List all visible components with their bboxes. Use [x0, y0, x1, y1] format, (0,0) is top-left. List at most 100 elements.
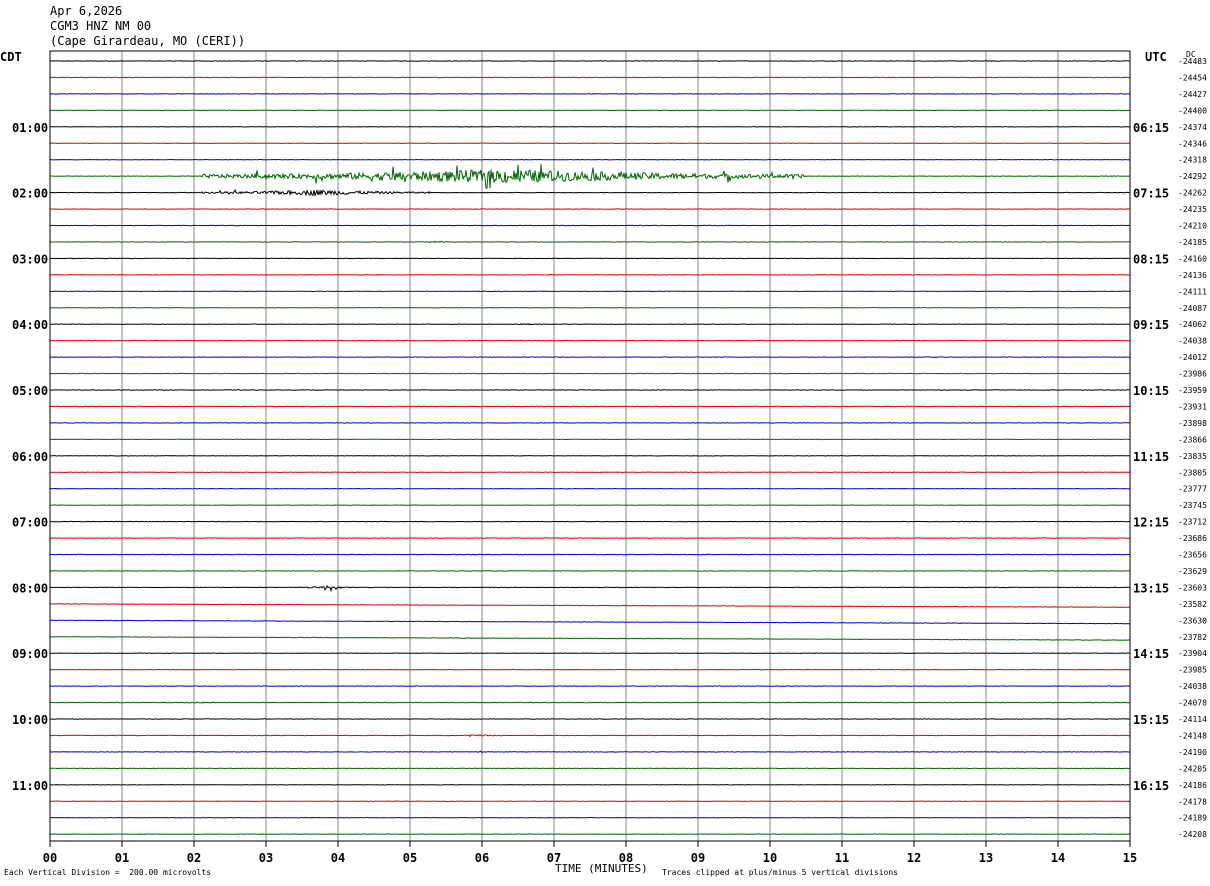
cdt-label-3: 04:00 [12, 318, 48, 332]
seismic-traces [49, 60, 1131, 835]
x-tick-label-01: 01 [115, 851, 129, 865]
dc-offset-7: -24292 [1178, 172, 1207, 181]
dc-offset-6: -24318 [1178, 156, 1207, 165]
trace-line-47 [49, 833, 1130, 835]
trace-line-9 [49, 208, 1130, 210]
utc-label-4: 10:15 [1133, 384, 1169, 398]
dc-offset-32: -23603 [1178, 583, 1207, 592]
utc-label-1: 07:15 [1133, 187, 1169, 201]
utc-label-0: 06:15 [1133, 121, 1169, 135]
utc-label-2: 08:15 [1133, 252, 1169, 266]
footer-vertical-division: Each Vertical Division = 200.00 microvol… [4, 868, 212, 877]
trace-line-13 [49, 274, 1130, 276]
dc-offset-10: -24210 [1178, 222, 1207, 231]
cdt-label-1: 02:00 [12, 187, 48, 201]
header-channel: CGM3 HNZ NM 00 [50, 19, 152, 33]
dc-offset-17: -24038 [1178, 337, 1207, 346]
utc-hour-labels: 06:15 07:15 08:15 09:15 10:15 11:15 12:15 13:15… [1133, 121, 1169, 793]
dc-offset-22: -23898 [1178, 419, 1207, 428]
x-tick-label-05: 05 [403, 851, 417, 865]
x-tick-label-10: 10 [763, 851, 777, 865]
trace-line-31 [49, 570, 1131, 572]
footer-clipping: Traces clipped at plus/minus 5 vertical … [662, 868, 899, 877]
dc-offset-30: -23656 [1178, 551, 1207, 560]
dc-offset-5: -24346 [1178, 139, 1207, 148]
trace-line-32 [49, 584, 1131, 593]
trace-line-35 [49, 636, 1131, 641]
trace-line-39 [49, 701, 1130, 704]
cdt-label-4: 05:00 [12, 384, 48, 398]
dc-offset-35: -23782 [1178, 633, 1207, 642]
x-axis-title: TIME (MINUTES) [555, 862, 648, 875]
dc-offset-1: -24454 [1178, 73, 1207, 82]
trace-line-1 [49, 76, 1131, 79]
utc-label-10: 16:15 [1133, 779, 1169, 793]
plot-frame [49, 50, 1131, 842]
dc-offset-46: -24189 [1178, 814, 1207, 823]
x-tick-label-00: 00 [43, 851, 57, 865]
utc-label-7: 13:15 [1133, 581, 1169, 595]
trace-line-5 [49, 142, 1131, 145]
trace-line-19 [49, 372, 1131, 375]
dc-offset-3: -24400 [1178, 106, 1207, 115]
trace-line-7 [49, 164, 1130, 189]
dc-offset-26: -23777 [1178, 485, 1207, 494]
dc-offset-33: -23582 [1178, 600, 1207, 609]
trace-line-33 [49, 603, 1131, 608]
right-axis-title: UTC [1145, 50, 1167, 64]
trace-line-17 [49, 339, 1131, 342]
dc-offset-11: -24185 [1178, 238, 1207, 247]
dc-offset-40: -24114 [1178, 715, 1207, 724]
x-tick-label-02: 02 [187, 851, 201, 865]
time-grid [121, 51, 1059, 841]
x-tick-label-06: 06 [475, 851, 489, 865]
trace-line-8 [49, 188, 1131, 198]
dc-offset-14: -24111 [1178, 287, 1207, 296]
x-tick-label-11: 11 [835, 851, 849, 865]
dc-offset-23: -23866 [1178, 435, 1207, 444]
helicorder-plot: 00 01 02 03 04 05 06 07 08 09 10 11 12 13 14 15 01:0002… [12, 50, 1207, 865]
trace-line-21 [49, 405, 1130, 408]
dc-offset-37: -23985 [1178, 666, 1207, 675]
cdt-hour-labels: 01:00 02:00 03:00 04:00 05:00 06:00 07:00 08:00… [12, 121, 48, 793]
x-tick-label-13: 13 [979, 851, 993, 865]
cdt-label-9: 10:00 [12, 713, 48, 727]
dc-offset-36: -23904 [1178, 649, 1207, 658]
left-axis-title: CDT [0, 50, 22, 64]
trace-line-29 [50, 537, 1131, 539]
dc-offset-34: -23630 [1178, 616, 1207, 625]
header-date: Apr 6,2026 [50, 4, 123, 18]
x-tick-label-12: 12 [907, 851, 921, 865]
cdt-label-2: 03:00 [12, 252, 48, 266]
cdt-label-8: 09:00 [12, 647, 48, 661]
dc-offset-28: -23712 [1178, 518, 1207, 527]
dc-offset-4: -24374 [1178, 123, 1207, 132]
dc-offset-31: -23629 [1178, 567, 1207, 576]
dc-offset-15: -24087 [1178, 304, 1207, 313]
header-location: (Cape Girardeau, MO (CERI)) [50, 34, 246, 48]
trace-line-15 [49, 306, 1131, 309]
trace-line-41 [49, 734, 1130, 738]
dc-offset-39: -24078 [1178, 699, 1207, 708]
trace-line-42 [50, 750, 1131, 754]
dc-offset-13: -24136 [1178, 271, 1207, 280]
cdt-label-10: 11:00 [12, 779, 48, 793]
dc-offset-47: -24208 [1178, 830, 1207, 839]
x-tick-label-03: 03 [259, 851, 273, 865]
dc-offset-20: -23959 [1178, 386, 1207, 395]
dc-offset-19: -23986 [1178, 370, 1207, 379]
trace-line-27 [49, 504, 1131, 506]
utc-label-9: 15:15 [1133, 713, 1169, 727]
trace-line-45 [49, 800, 1131, 803]
utc-label-6: 12:15 [1133, 516, 1169, 530]
cdt-label-7: 08:00 [12, 581, 48, 595]
utc-label-5: 11:15 [1133, 450, 1169, 464]
dc-offset-44: -24186 [1178, 781, 1207, 790]
dc-offset-45: -24178 [1178, 797, 1207, 806]
trace-line-37 [49, 668, 1131, 671]
x-tick-label-15: 15 [1123, 851, 1137, 865]
dc-offset-21: -23931 [1178, 402, 1207, 411]
cdt-label-6: 07:00 [12, 516, 48, 530]
dc-offset-12: -24160 [1178, 254, 1207, 263]
x-tick-label-04: 04 [331, 851, 345, 865]
